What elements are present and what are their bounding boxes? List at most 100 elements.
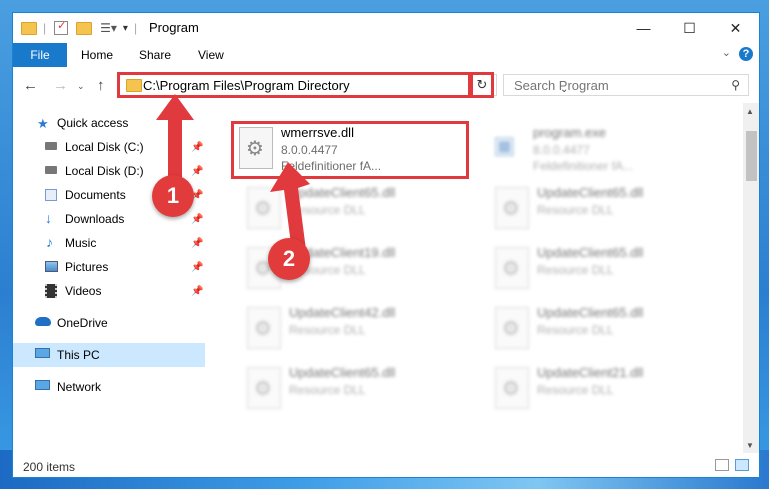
gear-icon: ⚙ [254,318,272,340]
file-item[interactable]: ⚙ UpdateClient65.dll Resource DLL [491,305,721,355]
sidebar-item-onedrive[interactable]: OneDrive [13,311,205,335]
sidebar-item-label: Local Disk (D:) [65,164,144,178]
step-badge-2: 2 [268,238,310,280]
search-input[interactable] [512,77,716,94]
app-icon: ▣ [493,132,516,159]
scroll-down-icon[interactable]: ▼ [746,441,754,450]
drive-icon [45,142,57,150]
sidebar-item-music[interactable]: ♪ Music 📌 [13,231,205,255]
sidebar-item-network[interactable]: Network [13,375,205,399]
file-item[interactable]: ⚙ UpdateClient21.dll Resource DLL [491,365,721,415]
file-name: UpdateClient65.dll [537,185,644,200]
sidebar-item-label: OneDrive [57,316,108,330]
tab-view[interactable]: View [198,48,224,62]
sidebar-item-videos[interactable]: Videos 📌 [13,279,205,303]
file-item[interactable]: ▣ program.exe 8.0.0.4477 Feldefinitioner… [487,125,717,175]
minimize-button[interactable]: — [621,13,666,43]
sidebar-item-label: Quick access [57,116,129,130]
star-icon: ★ [37,116,49,131]
dll-file-icon: ⚙ [495,247,529,289]
details-view-icon[interactable] [715,459,729,471]
file-item[interactable]: ⚙ UpdateClient65.dll Resource DLL [243,365,473,415]
tab-share[interactable]: Share [139,48,171,62]
file-name: UpdateClient65.dll [537,305,644,320]
downloads-icon: ↓ [45,210,52,226]
file-version: 8.0.0.4477 [533,143,590,157]
gear-icon: ⚙ [502,198,520,220]
tab-home[interactable]: Home [81,48,113,62]
gear-icon: ⚙ [502,378,520,400]
toolbar-separator: | [43,21,47,35]
dll-file-icon: ⚙ [495,367,529,409]
help-icon[interactable]: ? [739,47,753,61]
tab-file[interactable]: File [13,43,67,67]
file-description: Resource DLL [537,323,614,337]
window-title: Program [149,20,199,35]
file-name: UpdateClient65.dll [289,365,396,380]
search-icon[interactable]: ⚲ [731,78,740,92]
sidebar-item-label: Network [57,380,102,394]
music-icon: ♪ [46,234,53,250]
pin-icon[interactable]: 📌 [191,262,203,273]
drive-icon [45,166,57,174]
pin-icon[interactable]: 📌 [191,238,203,249]
back-button[interactable]: ← [23,77,38,94]
folder-icon [21,21,37,35]
scroll-up-icon[interactable]: ▲ [746,107,754,116]
file-name: program.exe [533,125,606,140]
file-description: Resource DLL [289,383,366,397]
computer-icon [35,348,50,358]
sidebar-item-label: This PC [57,348,100,362]
customize-toolbar-icon[interactable]: ☰▾ [100,21,117,35]
pin-icon[interactable]: 📌 [191,286,203,297]
ribbon: File Home Share View ⌄ ? [13,43,759,67]
chevron-down-icon[interactable]: ▾ [123,23,128,34]
explorer-window: | ✓ ☰▾ ▾ | Program — ☐ ✕ File Home Share… [12,12,760,478]
large-icons-view-icon[interactable] [735,459,749,471]
file-name: UpdateClient21.dll [537,365,644,380]
file-name: UpdateClient42.dll [289,305,396,320]
gear-icon: ⚙ [502,318,520,340]
sidebar-item-pictures[interactable]: Pictures 📌 [13,255,205,279]
quick-access-toolbar: | ✓ ☰▾ ▾ | [21,19,137,37]
network-icon [35,380,50,390]
navigation-bar: ← → ⌄ ↑ C:\Program Files\Program Directo… [13,67,759,103]
file-description: Resource DLL [537,383,614,397]
dll-file-icon: ⚙ [495,187,529,229]
sidebar-item-label: Downloads [65,212,125,226]
file-item[interactable]: ⚙ UpdateClient42.dll Resource DLL [243,305,473,355]
up-button[interactable]: ↑ [97,77,105,94]
expand-ribbon-icon[interactable]: ⌄ [722,46,731,59]
sidebar-item-label: Documents [65,188,126,202]
file-description: Feldefinitioner fA... [533,159,634,173]
refresh-button[interactable]: ↻ [470,72,494,98]
search-box[interactable]: ⚲ [503,74,749,96]
recent-locations-icon[interactable]: ⌄ [77,81,85,92]
refresh-icon: ↻ [476,77,488,92]
properties-icon[interactable]: ✓ [54,20,69,35]
file-item[interactable]: ⚙ UpdateClient65.dll Resource DLL [491,245,721,295]
title-bar: | ✓ ☰▾ ▾ | Program — ☐ ✕ [13,13,759,43]
file-name: UpdateClient65.dll [537,245,644,260]
file-item[interactable]: ⚙ UpdateClient65.dll Resource DLL [491,185,721,235]
new-folder-icon[interactable] [76,21,93,35]
item-count: 200 items [23,460,76,474]
exe-file-icon: ▣ [491,127,525,169]
gear-icon: ⚙ [502,258,520,280]
sidebar-item-label: Videos [65,284,102,298]
sidebar-item-label: Local Disk (C:) [65,140,144,154]
close-button[interactable]: ✕ [713,13,758,43]
dll-file-icon: ⚙ [247,307,281,349]
cloud-icon [35,317,51,326]
videos-icon [45,284,57,298]
pin-icon[interactable]: 📌 [191,214,203,225]
pictures-icon [45,261,58,272]
sidebar-item-this-pc[interactable]: This PC [13,343,205,367]
scrollbar-thumb[interactable] [746,131,757,181]
vertical-scrollbar[interactable]: ▲ ▼ [743,103,759,453]
forward-button[interactable]: → [53,77,68,94]
maximize-button[interactable]: ☐ [667,13,712,43]
file-description: Resource DLL [537,203,614,217]
step-badge-1: 1 [152,175,194,217]
documents-icon [45,189,57,201]
